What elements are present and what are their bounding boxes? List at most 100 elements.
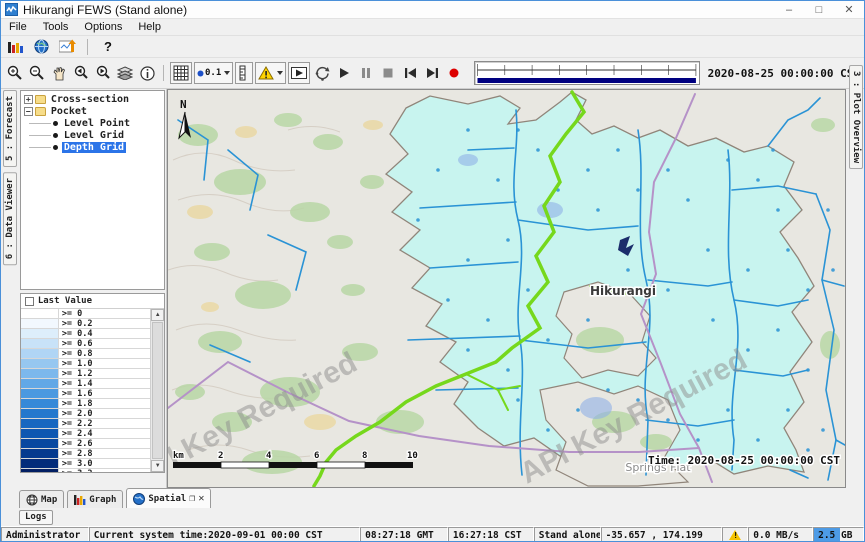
timeseries-dialog-icon[interactable]: [57, 37, 77, 57]
layers-icon[interactable]: [115, 63, 135, 83]
logs-button[interactable]: Logs: [19, 510, 53, 525]
legend-swatch: [21, 469, 59, 472]
tree-item-label: Level Point: [62, 118, 132, 129]
legend-swatch: [21, 389, 59, 398]
legend-swatch: [21, 449, 59, 458]
pause-icon[interactable]: [356, 63, 376, 83]
folder-icon: [35, 95, 46, 104]
svg-text:4: 4: [266, 451, 272, 461]
legend-label: >= 2.6: [59, 439, 93, 448]
map-time-label: Time: 2020-08-25 00:00:00 CST: [648, 454, 840, 467]
tab-plot-overview[interactable]: 3 : Plot Overview: [849, 65, 863, 169]
bar-chart-icon: [74, 494, 86, 505]
menu-file[interactable]: File: [1, 21, 35, 33]
zoom-next-icon[interactable]: [93, 63, 113, 83]
classbreaks-icon[interactable]: 0.1: [194, 62, 233, 84]
legend-swatch: [21, 309, 59, 318]
legend-label: >= 3.2: [59, 469, 93, 472]
legend-label: >= 2.0: [59, 409, 93, 418]
map-display-icon[interactable]: [31, 37, 51, 57]
window-title: Hikurangi FEWS (Stand alone): [23, 3, 187, 17]
tab-map[interactable]: Map: [19, 490, 64, 508]
chevron-down-icon[interactable]: [277, 71, 283, 75]
play-icon[interactable]: [334, 63, 354, 83]
thresholds-icon[interactable]: [255, 62, 286, 84]
menu-help[interactable]: Help: [130, 21, 169, 33]
status-mode: Stand alone: [534, 527, 601, 542]
map-view[interactable]: API Key Required API Key Required Hikura…: [167, 89, 846, 488]
pan-icon[interactable]: [49, 63, 69, 83]
legend-row: >= 1.4: [21, 379, 150, 389]
tab-forecast[interactable]: 5 : Forecast: [3, 90, 17, 167]
tree-item-level-point[interactable]: Level Point: [21, 117, 164, 129]
svg-text:N: N: [180, 98, 187, 111]
legend-row: >= 1.8: [21, 399, 150, 409]
legend-row: >= 2.2: [21, 419, 150, 429]
legend-swatch: [21, 369, 59, 378]
bottom-tab-bar: Map Graph Spatial ❐ ✕: [1, 488, 864, 508]
explorer-icon[interactable]: [5, 37, 25, 57]
legend-row: >= 3.0: [21, 459, 150, 469]
application-window: Hikurangi FEWS (Stand alone) – □ ✕ File …: [0, 0, 865, 542]
animation-icon[interactable]: [288, 62, 310, 84]
close-panel-icon[interactable]: ✕: [198, 494, 204, 504]
legend-swatch: [21, 439, 59, 448]
tab-spatial[interactable]: Spatial ❐ ✕: [126, 488, 211, 508]
tree-item-depth-grid[interactable]: Depth Grid: [21, 141, 164, 153]
status-download-speed: 0.0 MB/s: [748, 527, 813, 542]
map-canvas[interactable]: API Key Required API Key Required Hikura…: [168, 90, 845, 487]
maximize-panel-icon[interactable]: ❐: [189, 494, 195, 504]
time-slider[interactable]: [474, 61, 699, 85]
map-toolbar: 0.1: [1, 58, 864, 89]
tab-data-viewer[interactable]: 6 : Data Viewer: [3, 172, 17, 265]
legend-label: >= 0: [59, 309, 82, 318]
zoom-in-icon[interactable]: [5, 63, 25, 83]
maximize-button[interactable]: □: [804, 1, 834, 19]
rotate-icon[interactable]: [312, 63, 332, 83]
legend-swatch: [21, 399, 59, 408]
main-toolbar: ?: [1, 36, 864, 58]
grid-icon[interactable]: [170, 62, 192, 84]
info-icon[interactable]: [137, 63, 157, 83]
time-slider-bar[interactable]: [478, 78, 696, 83]
legend-swatch: [21, 359, 59, 368]
expand-icon[interactable]: +: [24, 95, 33, 104]
chevron-down-icon[interactable]: [224, 71, 230, 75]
scrollbar-track[interactable]: [152, 322, 163, 459]
help-icon[interactable]: ?: [98, 37, 118, 57]
legend-label: >= 1.8: [59, 399, 93, 408]
status-warning-cell[interactable]: [722, 527, 748, 542]
legend-swatch: [21, 409, 59, 418]
tree-item-cross-section[interactable]: + Cross-section: [21, 93, 164, 105]
step-back-icon[interactable]: [400, 63, 420, 83]
zoom-previous-icon[interactable]: [71, 63, 91, 83]
scroll-up-icon[interactable]: ▲: [151, 309, 164, 321]
zoom-out-icon[interactable]: [27, 63, 47, 83]
tree-item-pocket[interactable]: − Pocket: [21, 105, 164, 117]
status-memory: 2.5 GB: [813, 527, 864, 542]
classbreaks-value: 0.1: [205, 68, 221, 78]
tree-connector: [29, 147, 51, 148]
legend-swatch: [21, 319, 59, 328]
close-button[interactable]: ✕: [834, 1, 864, 19]
last-value-checkbox[interactable]: [25, 297, 34, 306]
minimize-button[interactable]: –: [774, 1, 804, 19]
menu-tools[interactable]: Tools: [35, 21, 77, 33]
scroll-down-icon[interactable]: ▼: [151, 460, 164, 472]
legend-scrollbar[interactable]: ▲ ▼: [151, 309, 164, 472]
tab-graph[interactable]: Graph: [67, 490, 123, 508]
collapse-icon[interactable]: −: [24, 107, 33, 116]
scalebar-icon[interactable]: [235, 62, 253, 84]
tree-item-level-grid[interactable]: Level Grid: [21, 129, 164, 141]
folder-icon: [35, 107, 46, 116]
menu-options[interactable]: Options: [76, 21, 130, 33]
tree-connector: [29, 123, 51, 124]
layer-tree: + Cross-section − Pocket Level Point: [20, 90, 165, 290]
legend-row: >= 0.8: [21, 349, 150, 359]
step-forward-icon[interactable]: [422, 63, 442, 83]
legend-label: >= 3.0: [59, 459, 93, 468]
record-icon[interactable]: [444, 63, 464, 83]
legend-list: >= 0>= 0.2>= 0.4>= 0.6>= 0.8>= 1.0>= 1.2…: [21, 309, 151, 472]
stop-icon[interactable]: [378, 63, 398, 83]
svg-text:10: 10: [407, 451, 418, 461]
